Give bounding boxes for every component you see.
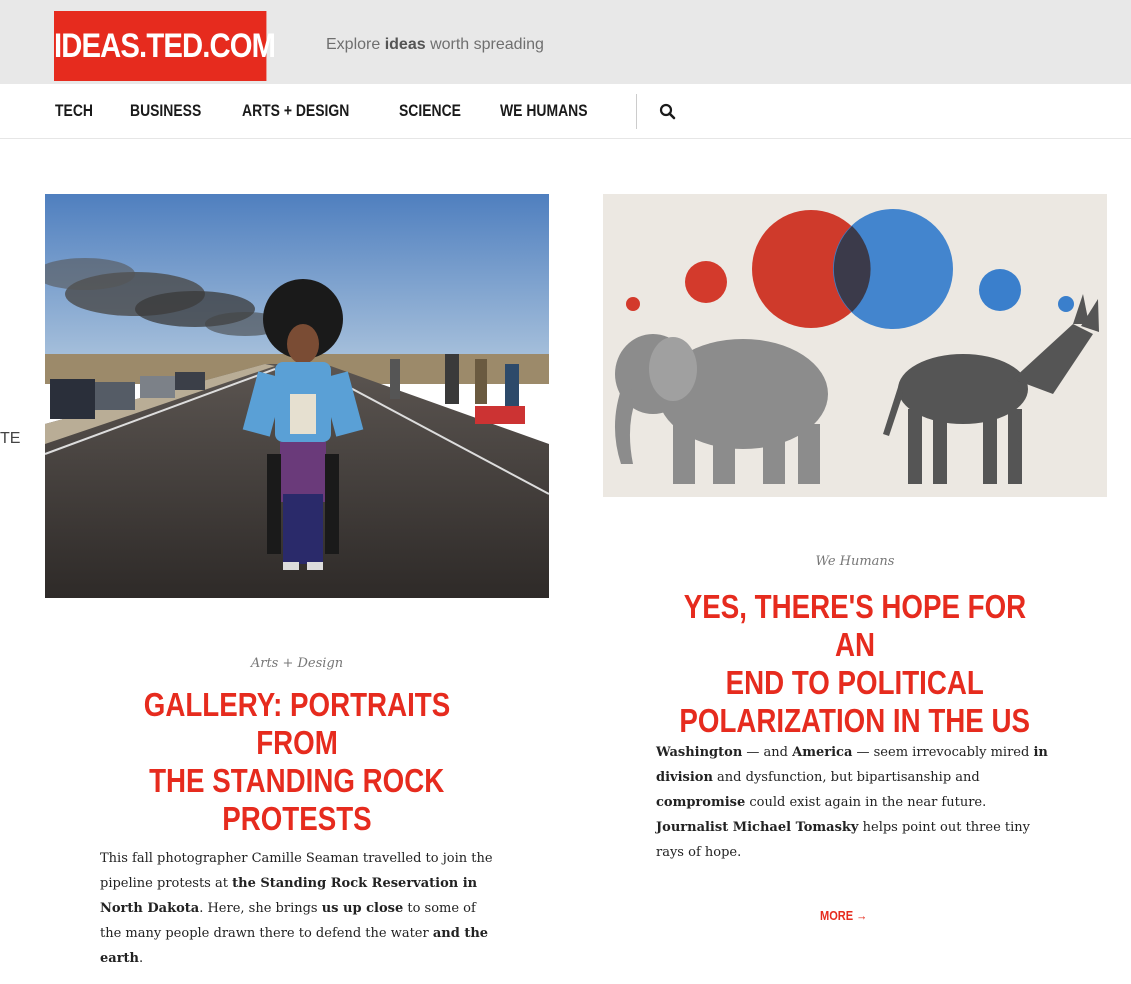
nav-item-arts-design[interactable]: ARTS + DESIGN xyxy=(242,101,349,121)
headline-line: GALLERY: PORTRAITS FROM xyxy=(143,686,451,761)
site-logo[interactable]: IDEAS.TED.COM xyxy=(54,11,276,81)
article-excerpt: Washington — and America — seem irrevoca… xyxy=(656,740,1056,865)
article-image-standing-rock[interactable] xyxy=(45,194,549,598)
search-icon[interactable] xyxy=(658,102,678,122)
clipped-edge-text: TE xyxy=(0,430,21,447)
article-headline[interactable]: YES, THERE'S HOPE FOR AN END TO POLITICA… xyxy=(625,588,1085,740)
excerpt-bold: us up close xyxy=(321,901,404,916)
excerpt-text: — seem irrevocably mired xyxy=(852,745,1034,760)
nav-item-science[interactable]: SCIENCE xyxy=(399,101,461,121)
excerpt-bold: Washington xyxy=(656,745,743,760)
article-image-political-polarization[interactable] xyxy=(603,194,1107,497)
nav-item-tech[interactable]: TECH xyxy=(55,101,93,121)
tagline-prefix: Explore xyxy=(326,36,385,53)
headline-line: END TO POLITICAL xyxy=(725,664,985,701)
article-category[interactable]: We Humans xyxy=(603,554,1107,569)
article-excerpt: This fall photographer Camille Seaman tr… xyxy=(100,846,500,971)
article-category[interactable]: Arts + Design xyxy=(45,656,549,671)
excerpt-bold: Journalist Michael Tomasky xyxy=(656,820,859,835)
headline-line: YES, THERE'S HOPE FOR AN xyxy=(683,588,1027,663)
excerpt-text: and dysfunction, but bipartisanship and xyxy=(712,770,980,785)
site-header: IDEAS.TED.COM Explore ideas worth spread… xyxy=(0,0,1131,84)
site-tagline: Explore ideas worth spreading xyxy=(326,36,544,54)
excerpt-text: . xyxy=(139,951,144,966)
headline-line: PROTESTS xyxy=(222,800,372,837)
headline-line: THE STANDING ROCK xyxy=(149,762,445,799)
nav-divider xyxy=(636,94,637,129)
nav-item-we-humans[interactable]: WE HUMANS xyxy=(500,101,588,121)
excerpt-text: could exist again in the near future. xyxy=(745,795,987,810)
excerpt-text: — and xyxy=(742,745,793,760)
excerpt-bold: compromise xyxy=(656,795,746,810)
article-headline[interactable]: GALLERY: PORTRAITS FROM THE STANDING ROC… xyxy=(96,686,498,838)
headline-line: POLARIZATION IN THE US xyxy=(679,702,1031,739)
tagline-suffix: worth spreading xyxy=(425,36,544,53)
more-link[interactable]: MORE → xyxy=(820,908,867,923)
excerpt-text: . Here, she brings xyxy=(199,901,322,916)
nav-item-business[interactable]: BUSINESS xyxy=(130,101,201,121)
main-nav: TECH BUSINESS ARTS + DESIGN SCIENCE WE H… xyxy=(0,84,1131,139)
tagline-bold: ideas xyxy=(384,36,426,53)
excerpt-bold: America xyxy=(792,745,853,760)
